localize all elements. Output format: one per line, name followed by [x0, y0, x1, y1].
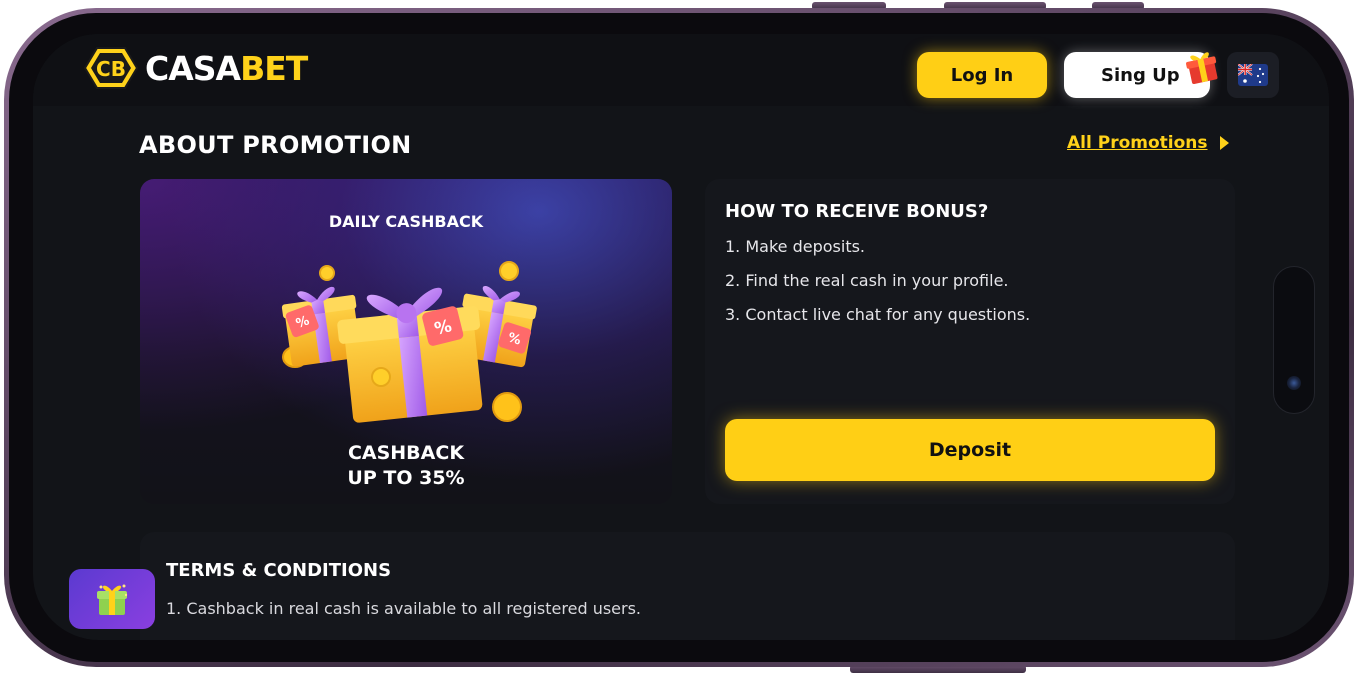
bonus-step: 2. Find the real cash in your profile.	[725, 271, 1009, 290]
promo-card-title: DAILY CASHBACK	[328, 212, 484, 231]
gift-box-icon	[97, 584, 128, 615]
how-to-receive-bonus-card: HOW TO RECEIVE BONUS? 1. Make deposits. …	[705, 179, 1235, 504]
gift-icon	[1186, 52, 1218, 85]
deposit-button[interactable]: Deposit	[725, 419, 1215, 481]
logo-text-bet: BET	[240, 48, 308, 88]
promo-subtitle-line1: CASHBACK	[347, 442, 465, 464]
camera-notch	[1273, 266, 1315, 414]
promo-cashback-subtitle: CASHBACK UP TO 35%	[140, 441, 672, 491]
top-header: CB CASABET Log In Sing Up	[33, 34, 1329, 106]
promo-banner-card: DAILY CASHBACK % % % CASHBACK UP TO 35%	[140, 179, 672, 504]
terms-conditions-card: TERMS & CONDITIONS 1. Cashback in real c…	[140, 532, 1235, 640]
terms-item: 1. Cashback in real cash is available to…	[166, 599, 642, 618]
language-selector[interactable]	[1227, 52, 1279, 98]
australia-flag-icon	[1238, 64, 1268, 86]
camera-icon	[1287, 376, 1301, 390]
gift-boxes-illustration: % % %	[281, 261, 537, 423]
casabet-logo[interactable]: CB CASABET	[83, 46, 308, 90]
logo-mark-icon: CB	[83, 47, 139, 89]
promo-subtitle-line2: UP TO 35%	[347, 467, 465, 489]
app-screen: CB CASABET Log In Sing Up ABOUT PROMOTIO…	[33, 34, 1329, 640]
phone-bezel: CB CASABET Log In Sing Up ABOUT PROMOTIO…	[9, 13, 1349, 662]
logo-wordmark: CASABET	[145, 48, 308, 88]
terms-title: TERMS & CONDITIONS	[166, 560, 392, 581]
page-title: ABOUT PROMOTION	[139, 131, 412, 159]
floating-gift-button[interactable]	[69, 569, 155, 629]
chevron-right-icon	[1219, 136, 1229, 150]
logo-mark-text: CB	[96, 57, 126, 81]
all-promotions-link-wrap[interactable]: All Promotions	[1067, 133, 1229, 153]
phone-frame: CB CASABET Log In Sing Up ABOUT PROMOTIO…	[4, 8, 1354, 667]
bonus-step: 3. Contact live chat for any questions.	[725, 305, 1031, 324]
all-promotions-link[interactable]: All Promotions	[1067, 133, 1208, 153]
bonus-steps-list: 1. Make deposits. 2. Find the real cash …	[725, 237, 1030, 339]
login-button[interactable]: Log In	[917, 52, 1047, 98]
bonus-step: 1. Make deposits.	[725, 237, 866, 256]
bonus-title: HOW TO RECEIVE BONUS?	[725, 201, 989, 222]
logo-text-casa: CASA	[145, 48, 241, 88]
